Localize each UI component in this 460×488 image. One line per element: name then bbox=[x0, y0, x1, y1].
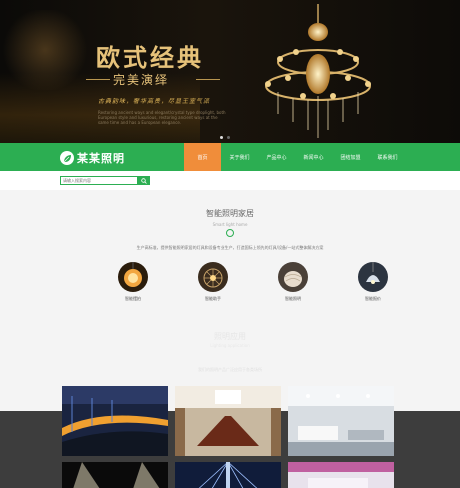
chandelier-image bbox=[265, 4, 371, 138]
section-badge-icon bbox=[226, 229, 234, 237]
search-button[interactable] bbox=[138, 176, 150, 185]
banner-divider-left bbox=[86, 79, 110, 80]
feature-label: 智能助手 bbox=[205, 296, 221, 301]
banner-subtitle: 完美演绎 bbox=[113, 73, 170, 87]
gallery-item-meeting-room[interactable] bbox=[175, 386, 281, 456]
site-logo[interactable]: 某某照明 bbox=[60, 150, 125, 166]
hero-banner[interactable]: 欧式经典 完美演绎 古典韵味，奢华高贵，尽显王室气派 Restoring anc… bbox=[0, 0, 460, 143]
carousel-dot[interactable] bbox=[227, 136, 230, 139]
woven-lamp-icon bbox=[198, 262, 228, 292]
feature-item[interactable]: 智能报价 bbox=[333, 262, 413, 302]
search-bar bbox=[0, 171, 460, 190]
smart-home-section: 智能照明家居 Smart light home 生产高标准，提供智能照明家居的灯… bbox=[0, 190, 460, 385]
banner-title: 欧式经典 bbox=[96, 43, 204, 72]
nav-item-home[interactable]: 首页 bbox=[184, 143, 221, 171]
nav-item-news[interactable]: 新闻中心 bbox=[295, 143, 332, 171]
section-title: 智能照明家居 bbox=[206, 209, 254, 218]
gallery-item-cable-bridge[interactable] bbox=[175, 462, 281, 488]
leaf-logo-icon bbox=[60, 151, 74, 165]
feature-list: 智能摆拍 智能助手 智能照明 智能报价 bbox=[93, 262, 413, 302]
banner-divider-right bbox=[196, 79, 220, 80]
banner-description: Restoring ancient ways and elegant/cryst… bbox=[98, 110, 226, 125]
carousel-dot[interactable] bbox=[220, 136, 223, 139]
pendant-lamp-icon bbox=[118, 262, 148, 292]
nav-item-contact[interactable]: 联系我们 bbox=[369, 143, 406, 171]
application-section-description: 我们的照明产品广泛应用于各类场所 bbox=[198, 367, 262, 372]
nav-item-about[interactable]: 关于我们 bbox=[221, 143, 258, 171]
shell-lamp-icon bbox=[278, 262, 308, 292]
feature-label: 智能报价 bbox=[365, 296, 381, 301]
search-input[interactable] bbox=[60, 176, 138, 185]
feature-label: 智能摆拍 bbox=[125, 296, 141, 301]
logo-text: 某某照明 bbox=[77, 152, 125, 165]
search-icon bbox=[141, 177, 147, 184]
gallery-item-stage[interactable] bbox=[62, 462, 168, 488]
gallery-item-bridge[interactable] bbox=[62, 386, 168, 456]
section-subtitle: Smart light home bbox=[212, 222, 248, 227]
feature-item[interactable]: 智能摆拍 bbox=[93, 262, 173, 302]
feature-item[interactable]: 智能照明 bbox=[253, 262, 333, 302]
main-nav: 某某照明 首页 关于我们 产品中心 新闻中心 团结加盟 联系我们 bbox=[0, 143, 460, 171]
application-gallery bbox=[62, 386, 397, 488]
gallery-item-living-room[interactable] bbox=[288, 386, 394, 456]
application-section-title: 照明应用 bbox=[214, 332, 246, 341]
dome-lamp-icon bbox=[358, 262, 388, 292]
application-section-subtitle: Lighting application bbox=[210, 343, 250, 348]
gallery-item-bedroom[interactable] bbox=[288, 462, 394, 488]
section-description: 生产高标准，提供智能照明家居的灯具和设备专业生产，打造国际上领先的灯具/设备/一… bbox=[136, 245, 324, 250]
nav-menu: 首页 关于我们 产品中心 新闻中心 团结加盟 联系我们 bbox=[184, 143, 406, 171]
feature-label: 智能照明 bbox=[285, 296, 301, 301]
banner-motto: 古典韵味，奢华高贵，尽显王室气派 bbox=[98, 98, 211, 105]
nav-item-products[interactable]: 产品中心 bbox=[258, 143, 295, 171]
carousel-dots bbox=[220, 136, 230, 139]
nav-item-franchise[interactable]: 团结加盟 bbox=[332, 143, 369, 171]
feature-item[interactable]: 智能助手 bbox=[173, 262, 253, 302]
banner-cityscape bbox=[0, 73, 200, 143]
